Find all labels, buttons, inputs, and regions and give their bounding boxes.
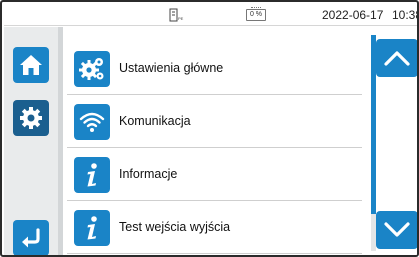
menu-item-label: Ustawienia główne [119, 61, 224, 75]
menu-item-label: Komunikacja [119, 114, 191, 128]
menu-item-label: Informacje [119, 167, 178, 181]
measurement-mode-label: PE [178, 16, 184, 21]
wifi-icon [74, 104, 110, 140]
menu-item-io-test[interactable]: Test wejścia wyjścia [67, 202, 362, 254]
left-nav [4, 27, 58, 255]
menu-item-information[interactable]: Informacje [67, 149, 362, 201]
home-button[interactable] [13, 47, 49, 83]
status-bar: PE 0 % 2022-06-17 10:38 [4, 4, 417, 26]
gears-icon [74, 51, 110, 87]
back-button[interactable] [13, 220, 49, 255]
battery-percent: 0 % [249, 11, 263, 18]
menu-item-label: Test wejścia wyjścia [119, 220, 231, 234]
home-icon [20, 55, 42, 75]
settings-button[interactable] [13, 100, 49, 136]
chevron-down-icon [384, 222, 410, 237]
scroll-down-button[interactable] [376, 211, 417, 249]
status-time: 10:38 [392, 8, 417, 22]
device-screen: PE 0 % 2022-06-17 10:38 [0, 0, 419, 257]
status-date: 2022-06-17 [322, 8, 384, 22]
menu-list: Ustawienia główne Komunikacja Informacje… [63, 27, 366, 255]
scroll-area [366, 27, 417, 255]
gear-icon [20, 107, 42, 129]
scroll-up-button[interactable] [376, 39, 417, 77]
measurement-mode-icon: PE [169, 8, 185, 22]
back-arrow-icon [22, 228, 40, 248]
menu-item-general-settings[interactable]: Ustawienia główne [67, 43, 362, 95]
chevron-up-icon [384, 51, 410, 66]
battery-indicator: 0 % [246, 7, 266, 22]
info-icon [74, 157, 110, 193]
info-icon [74, 210, 110, 246]
menu-item-communication[interactable]: Komunikacja [67, 96, 362, 148]
